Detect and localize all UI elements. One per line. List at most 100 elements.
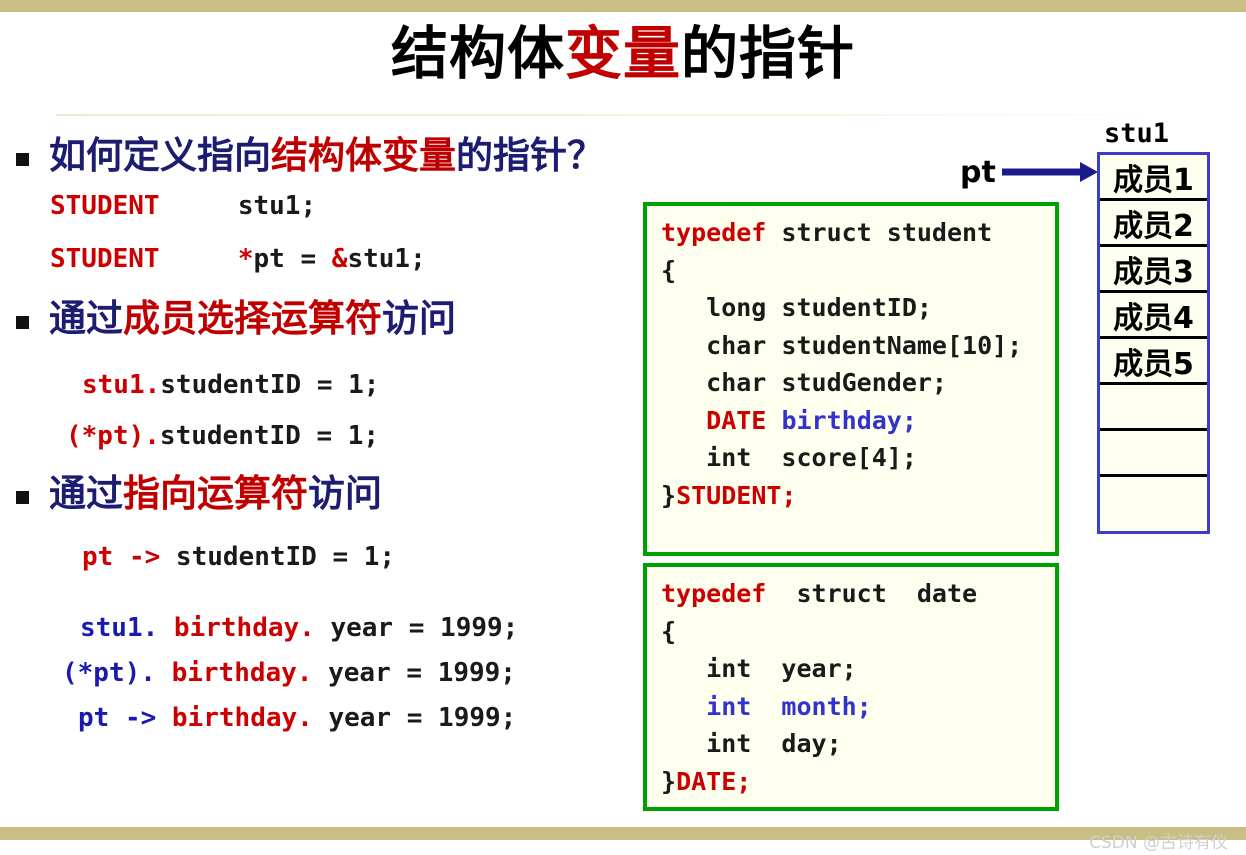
text-run [160,244,238,274]
text-run: pt = [253,244,332,274]
text-run [661,692,706,721]
bullet-text: 通过成员选择运算符访问 [49,298,456,339]
text-run: 结构体变量 [271,134,456,177]
text-run: pt -> [78,703,172,733]
code-line: }STUDENT; [661,477,1055,515]
memory-cell: 成员1 [1100,155,1207,201]
code-line-dot-stu1: stu1.studentID = 1; [82,370,380,401]
code-line: }DATE; [661,763,1055,801]
text-run: studentID = 1; [160,370,380,400]
bullet-square-icon [16,153,29,166]
text-run: birthday. [171,658,329,688]
code-line-nested-stu1: stu1. birthday. year = 1999; [80,613,519,644]
text-run: char studentName[10]; [661,330,1023,360]
text-run: struct student [766,218,993,247]
text-run: 指向运算符 [123,472,308,515]
memory-variable-label: stu1 [1104,118,1170,149]
top-decoration-bar [0,0,1246,12]
text-run: 成员选择运算符 [123,297,382,340]
bullet-text: 如何定义指向结构体变量的指针？ [49,135,604,176]
bottom-fill [0,840,1246,855]
text-run: stu1; [159,191,317,221]
text-run: char studGender; [661,368,947,397]
code-line: { [661,613,1055,651]
bullet-text: 通过指向运算符访问 [49,473,382,514]
text-run: year = 1999; [328,658,516,688]
text-run: 通过 [49,297,123,340]
code-line-dot-deref-pt: (*pt).studentID = 1; [66,421,379,452]
text-run: int month; [706,691,872,721]
code-line-arrow-pt: pt -> studentID = 1; [82,542,396,573]
text-run: long studentID; [661,293,932,322]
text-run: (*pt). [62,658,172,688]
text-run: 的指针？ [456,134,604,177]
code-line: char studGender; [661,364,1055,402]
text-run: pt -> [82,542,176,572]
pointer-label: pt [960,155,996,190]
code-line: { [661,252,1055,290]
memory-cell: 成员5 [1100,339,1207,385]
memory-cell: 成员3 [1100,247,1207,293]
text-run: int year; [661,654,857,683]
text-run: birthday. [171,703,329,733]
memory-cell-empty [1100,477,1207,523]
title-divider [56,114,1206,116]
bullet-arrow-operator: 通过指向运算符访问 [16,473,382,514]
memory-block-stu1: 成员1 成员2 成员3 成员4 成员5 [1097,152,1210,534]
memory-cell-empty [1100,385,1207,431]
bullet-square-icon [16,491,29,504]
code-line: int year; [661,650,1055,688]
bullet-define-pointer: 如何定义指向结构体变量的指针？ [16,135,604,176]
code-line: int score[4]; [661,439,1055,477]
memory-cell: 成员2 [1100,201,1207,247]
text-run: DATE; [676,766,752,796]
code-line: typedef struct date [661,575,1055,613]
text-run: STUDENT [50,191,160,221]
code-box-struct-date: typedef struct date{ int year; int month… [643,563,1059,811]
code-line: int day; [661,725,1055,763]
bullet-member-select-operator: 通过成员选择运算符访问 [16,298,456,339]
code-line-decl-pt: STUDENT *pt = &stu1; [50,244,426,275]
code-line: int month; [661,688,1055,726]
text-run: studentID = 1; [175,542,396,572]
text-run: DATE [706,405,767,435]
text-run: 变量 [565,21,681,87]
code-line-nested-deref-pt: (*pt). birthday. year = 1999; [62,658,516,689]
text-run: * [237,244,254,274]
text-run [766,406,781,435]
text-run: birthday. [173,613,331,643]
text-run: birthday; [781,405,917,435]
memory-cell-empty [1100,431,1207,477]
bullet-square-icon [16,316,29,329]
text-run: stu1. [82,370,161,400]
text-run: { [661,616,677,646]
text-run: year = 1999; [330,613,519,643]
text-run: 的指针 [681,21,855,87]
code-box-struct-student: typedef struct student{ long studentID; … [643,202,1059,556]
code-line: typedef struct student [661,214,1055,252]
code-line-nested-arrow-pt: pt -> birthday. year = 1999; [78,703,517,734]
code-line: DATE birthday; [661,402,1055,440]
text-run: stu1; [347,244,426,274]
text-run: int score[4]; [661,443,917,472]
code-line-decl-stu1: STUDENT stu1; [50,191,317,222]
code-line: long studentID; [661,289,1055,327]
pointer-arrow-icon [1002,162,1098,182]
text-run: 访问 [308,472,382,515]
text-run [661,406,706,435]
text-run: typedef [661,218,767,247]
text-run: stu1. [80,613,174,643]
text-run: (*pt). [66,421,160,451]
memory-cell: 成员4 [1100,293,1207,339]
text-run: 如何定义指向 [49,134,271,177]
text-run: } [661,766,677,796]
text-run: int day; [661,729,842,758]
text-run: & [331,244,348,274]
text-run: struct date [766,579,978,608]
code-line: char studentName[10]; [661,327,1055,365]
page-title: 结构体变量的指针 [0,21,1246,88]
text-run: 访问 [382,297,456,340]
text-run: year = 1999; [328,703,517,733]
text-run: { [661,255,677,285]
text-run: STUDENT; [676,480,797,510]
